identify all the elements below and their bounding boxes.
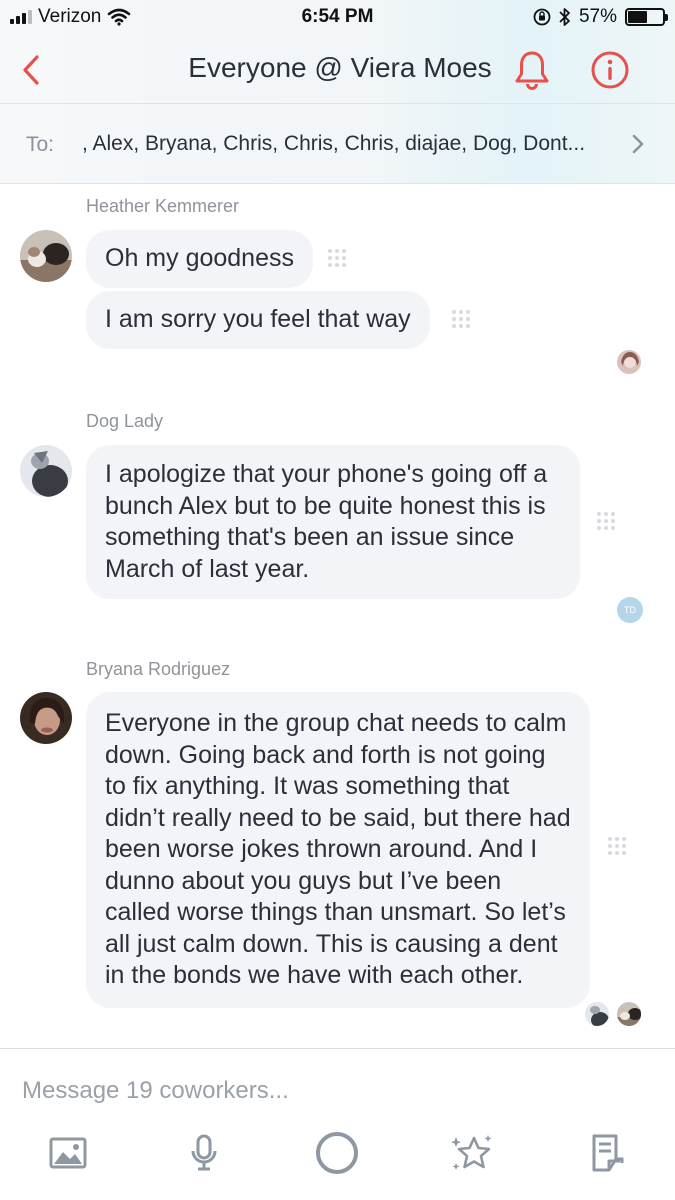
message-bubble[interactable]: I apologize that your phone's going off … <box>86 445 580 599</box>
info-icon <box>591 51 629 89</box>
message-options-icon[interactable] <box>328 249 346 267</box>
message-input[interactable] <box>22 1073 642 1109</box>
bell-icon <box>515 51 549 90</box>
message-thread[interactable]: Heather Kemmerer Oh my goodness I am sor… <box>0 185 675 1048</box>
battery-fill <box>628 11 648 23</box>
status-bar: Verizon 6:54 PM 57% <box>0 0 675 36</box>
battery-icon <box>625 8 668 26</box>
message-bubble[interactable]: Oh my goodness <box>86 230 313 288</box>
to-label: To: <box>26 133 55 156</box>
notes-button[interactable] <box>585 1131 629 1175</box>
shoutout-button[interactable] <box>450 1131 494 1175</box>
message-bubble[interactable]: Everyone in the group chat needs to calm… <box>86 692 590 1008</box>
circle-icon <box>316 1132 358 1174</box>
message-options-icon[interactable] <box>608 837 626 855</box>
action-button[interactable] <box>315 1131 359 1175</box>
back-chevron-icon <box>23 55 39 85</box>
notes-icon <box>592 1134 624 1172</box>
nav-bar: Everyone @ Viera Moes <box>0 36 675 104</box>
read-receipt-avatar <box>584 1001 610 1027</box>
voice-button[interactable] <box>182 1131 226 1175</box>
read-receipt-avatar <box>616 349 642 375</box>
photo-button[interactable] <box>46 1131 90 1175</box>
chevron-right-icon <box>632 134 644 154</box>
microphone-icon <box>191 1134 217 1171</box>
avatar[interactable] <box>20 445 72 497</box>
message-options-icon[interactable] <box>452 310 470 328</box>
battery-percent: 57% <box>578 6 617 27</box>
sender-name: Heather Kemmerer <box>86 196 240 216</box>
read-receipt-avatar <box>616 1001 642 1027</box>
info-button[interactable] <box>589 48 631 92</box>
message-options-icon[interactable] <box>597 512 615 530</box>
avatar[interactable] <box>20 230 72 282</box>
message-bubble[interactable]: I am sorry you feel that way <box>86 291 430 349</box>
notifications-button[interactable] <box>512 48 552 92</box>
orientation-lock-icon <box>533 8 551 26</box>
composer <box>0 1048 675 1200</box>
sparkle-star-icon <box>451 1135 492 1170</box>
read-receipt-initials: TD <box>617 597 643 623</box>
image-icon <box>49 1137 87 1169</box>
recipients-expand-button[interactable] <box>626 130 650 158</box>
status-right: 57% <box>533 6 668 28</box>
sender-name: Bryana Rodriguez <box>86 659 231 679</box>
recipient-names: , Alex, Bryana, Chris, Chris, Chris, dia… <box>82 132 586 155</box>
bluetooth-icon <box>559 8 570 26</box>
recipients-row[interactable]: To: , Alex, Bryana, Chris, Chris, Chris,… <box>0 104 675 184</box>
back-button[interactable] <box>14 50 48 90</box>
sender-name: Dog Lady <box>86 411 164 431</box>
avatar[interactable] <box>20 692 72 744</box>
header-area: Verizon 6:54 PM 57% Everyone @ Viera Moe… <box>0 0 675 184</box>
conversation-title: Everyone @ Viera Moes <box>188 52 492 83</box>
